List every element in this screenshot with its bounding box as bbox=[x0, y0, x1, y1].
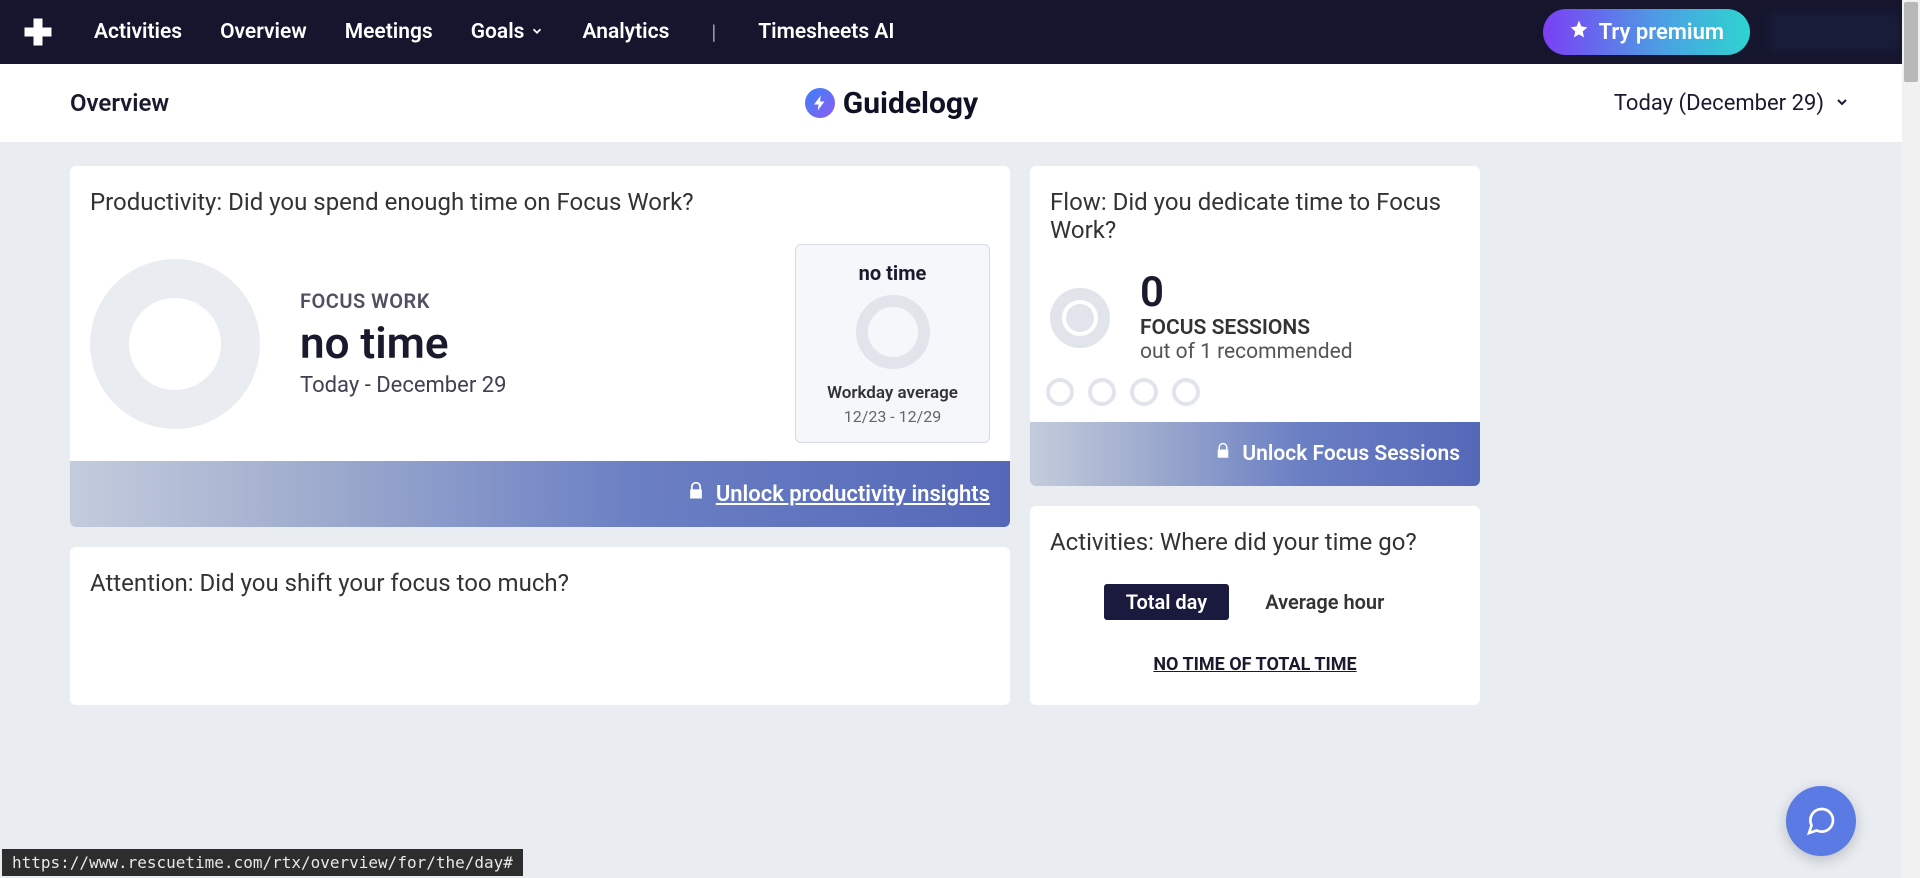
session-dot bbox=[1046, 378, 1074, 406]
flow-donut-chart bbox=[1050, 288, 1110, 348]
chat-support-button[interactable] bbox=[1786, 786, 1856, 856]
chevron-down-icon bbox=[1834, 91, 1850, 116]
productivity-title: Productivity: Did you spend enough time … bbox=[70, 166, 1010, 234]
focus-work-label: FOCUS WORK bbox=[300, 289, 755, 313]
brand: Guidelogy bbox=[805, 86, 978, 121]
nav-separator: | bbox=[707, 20, 720, 44]
activities-empty-message[interactable]: NO TIME OF TOTAL TIME bbox=[1030, 630, 1480, 705]
status-bar-url: https://www.rescuetime.com/rtx/overview/… bbox=[2, 849, 523, 876]
nav-right: Try premium bbox=[1543, 9, 1900, 55]
nav-timesheets[interactable]: Timesheets AI bbox=[758, 20, 894, 44]
flow-body: 0 FOCUS SESSIONS out of 1 recommended bbox=[1030, 262, 1480, 386]
flow-label: FOCUS SESSIONS bbox=[1140, 316, 1460, 340]
nav-goals[interactable]: Goals bbox=[471, 20, 545, 44]
productivity-body: FOCUS WORK no time Today - December 29 n… bbox=[70, 234, 1010, 461]
attention-title: Attention: Did you shift your focus too … bbox=[70, 547, 1010, 615]
try-premium-button[interactable]: Try premium bbox=[1543, 9, 1750, 55]
unlock-productivity-label: Unlock productivity insights bbox=[716, 482, 990, 507]
tab-average-hour[interactable]: Average hour bbox=[1243, 584, 1406, 620]
nav-activities[interactable]: Activities bbox=[94, 20, 182, 44]
activities-title: Activities: Where did your time go? bbox=[1030, 506, 1480, 574]
nav-overview[interactable]: Overview bbox=[220, 20, 307, 44]
session-dot bbox=[1130, 378, 1158, 406]
left-column: Productivity: Did you spend enough time … bbox=[70, 166, 1010, 705]
workday-average-box[interactable]: no time Workday average 12/23 - 12/29 bbox=[795, 244, 990, 443]
attention-card: Attention: Did you shift your focus too … bbox=[70, 547, 1010, 705]
activities-card: Activities: Where did your time go? Tota… bbox=[1030, 506, 1480, 705]
activities-tabs: Total day Average hour bbox=[1030, 574, 1480, 630]
focus-work-value: no time bbox=[300, 317, 755, 369]
content-area: Productivity: Did you spend enough time … bbox=[0, 142, 1920, 729]
flow-card: Flow: Did you dedicate time to Focus Wor… bbox=[1030, 166, 1480, 486]
flow-stats: 0 FOCUS SESSIONS out of 1 recommended bbox=[1140, 272, 1460, 364]
avg-range: 12/23 - 12/29 bbox=[806, 407, 979, 426]
nav-goals-label: Goals bbox=[471, 20, 525, 44]
flow-count: 0 bbox=[1140, 272, 1460, 314]
productivity-donut-chart bbox=[90, 259, 260, 429]
nav-analytics[interactable]: Analytics bbox=[582, 20, 669, 44]
focus-work-date: Today - December 29 bbox=[300, 373, 755, 398]
star-icon bbox=[1569, 19, 1589, 45]
tab-total-day[interactable]: Total day bbox=[1104, 584, 1230, 620]
flow-sub: out of 1 recommended bbox=[1140, 340, 1460, 364]
attention-body bbox=[70, 615, 1010, 705]
lock-icon bbox=[686, 481, 706, 507]
flow-title: Flow: Did you dedicate time to Focus Wor… bbox=[1030, 166, 1480, 262]
productivity-summary: FOCUS WORK no time Today - December 29 bbox=[300, 289, 755, 398]
avg-donut-chart bbox=[856, 295, 930, 369]
avg-label: Workday average bbox=[806, 383, 979, 403]
date-label: Today (December 29) bbox=[1614, 91, 1824, 116]
top-nav: Activities Overview Meetings Goals Analy… bbox=[0, 0, 1920, 64]
lock-icon bbox=[1214, 442, 1232, 466]
unlock-focus-label: Unlock Focus Sessions bbox=[1242, 442, 1460, 466]
productivity-card: Productivity: Did you spend enough time … bbox=[70, 166, 1010, 527]
date-picker[interactable]: Today (December 29) bbox=[1614, 91, 1850, 116]
brand-name: Guidelogy bbox=[843, 86, 978, 121]
vertical-scrollbar[interactable] bbox=[1902, 0, 1920, 878]
chevron-down-icon bbox=[530, 20, 544, 44]
scrollbar-thumb[interactable] bbox=[1904, 2, 1918, 82]
brand-icon bbox=[805, 88, 835, 118]
session-dot bbox=[1088, 378, 1116, 406]
nav-meetings[interactable]: Meetings bbox=[345, 20, 433, 44]
unlock-productivity-button[interactable]: Unlock productivity insights bbox=[70, 461, 1010, 527]
app-logo-icon[interactable] bbox=[20, 14, 56, 50]
user-menu[interactable] bbox=[1770, 13, 1900, 51]
avg-value: no time bbox=[806, 261, 979, 285]
page-title: Overview bbox=[70, 89, 169, 117]
right-column: Flow: Did you dedicate time to Focus Wor… bbox=[1030, 166, 1480, 705]
try-premium-label: Try premium bbox=[1599, 20, 1724, 45]
session-dot bbox=[1172, 378, 1200, 406]
nav-left: Activities Overview Meetings Goals Analy… bbox=[20, 14, 894, 50]
sub-header: Overview Guidelogy Today (December 29) bbox=[0, 64, 1920, 142]
flow-session-dots bbox=[1046, 378, 1480, 422]
unlock-focus-button[interactable]: Unlock Focus Sessions bbox=[1030, 422, 1480, 486]
